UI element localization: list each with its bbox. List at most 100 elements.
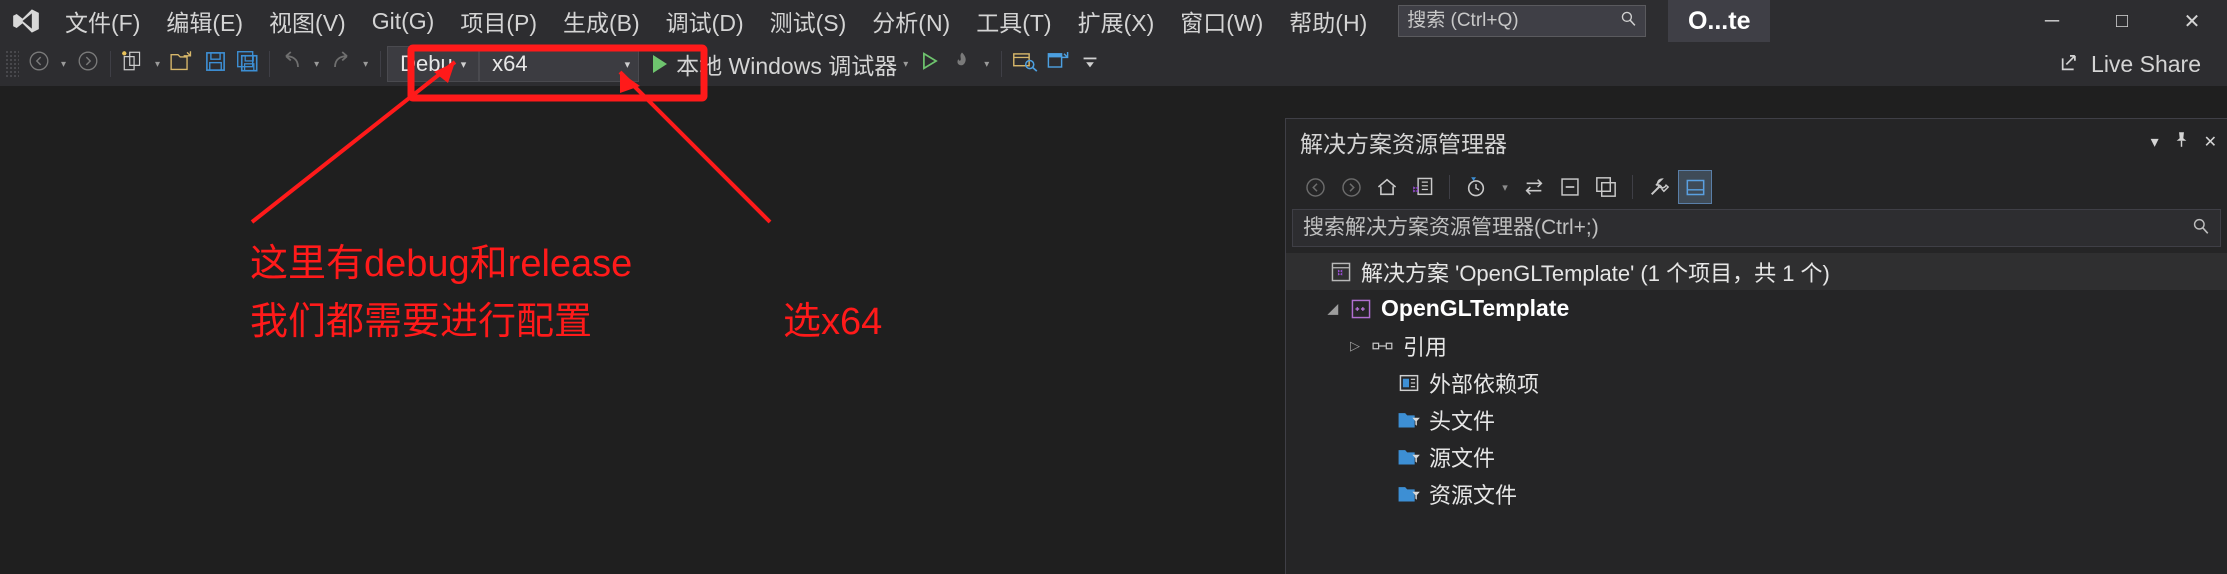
pending-changes-dropdown[interactable]: ▾	[1495, 170, 1515, 204]
select-window-icon	[1012, 50, 1038, 78]
back-icon[interactable]	[1298, 170, 1332, 204]
menu-item-label: 编辑(E)	[166, 10, 244, 36]
menu-item-view[interactable]: 视图(V)	[256, 0, 359, 42]
pin-button[interactable]	[2173, 131, 2190, 153]
chevron-down-icon: ▾	[624, 58, 631, 71]
annotation-arrow-x64-line	[618, 70, 772, 224]
tree-item-solution[interactable]: 解决方案 'OpenGLTemplate' (1 个项目，共 1 个)	[1286, 253, 2227, 290]
menu-item-window[interactable]: 窗口(W)	[1167, 0, 1276, 42]
global-search[interactable]	[1398, 5, 1647, 37]
start-debugging-dropdown[interactable]: ▾	[897, 59, 914, 70]
start-debugging-label: 本地 Windows 调试器	[676, 53, 898, 79]
pending-changes-icon[interactable]	[1459, 170, 1493, 204]
redo-dropdown[interactable]: ▾	[357, 59, 374, 70]
save-icon	[204, 50, 227, 79]
menu-item-analyze[interactable]: 分析(N)	[859, 0, 963, 42]
visual-studio-logo-icon	[0, 0, 52, 42]
hot-reload-dropdown[interactable]: ▾	[978, 59, 995, 70]
navigate-forward-button[interactable]	[72, 46, 104, 82]
solution-explorer-search-input[interactable]	[1303, 216, 2192, 240]
forward-icon[interactable]	[1334, 170, 1368, 204]
tree-item-source-files[interactable]: 源文件	[1286, 438, 2227, 475]
chevron-down-icon: ▾	[460, 58, 467, 71]
tree-twisty-collapsed[interactable]: ▷	[1342, 338, 1368, 354]
document-tab-label: O...te	[1687, 6, 1751, 35]
solution-configuration-dropdown[interactable]: Debu ▾	[387, 46, 480, 82]
play-outline-icon	[919, 51, 941, 77]
menu-item-test[interactable]: 测试(S)	[757, 0, 860, 42]
sync-with-active-document-icon[interactable]	[1517, 170, 1551, 204]
menu-item-file[interactable]: 文件(F)	[52, 0, 153, 42]
solution-platform-dropdown[interactable]: x64 ▾	[479, 46, 640, 82]
menu-item-debug[interactable]: 调试(D)	[653, 0, 757, 42]
solution-explorer-toolbar: ▾	[1286, 165, 2227, 209]
solution-tree: 解决方案 'OpenGLTemplate' (1 个项目，共 1 个) ◢ Op…	[1286, 247, 2227, 512]
menu-item-project[interactable]: 项目(P)	[447, 0, 550, 42]
panel-close-button[interactable]: ✕	[2204, 132, 2217, 152]
menu-item-label: 窗口(W)	[1180, 10, 1264, 36]
save-button[interactable]	[199, 46, 231, 82]
undo-dropdown[interactable]: ▾	[308, 59, 325, 70]
panel-dropdown-button[interactable]: ▾	[2151, 132, 2159, 152]
search-input[interactable]	[1407, 10, 1613, 32]
maximize-button[interactable]: □	[2087, 0, 2157, 42]
new-item-button[interactable]	[117, 46, 149, 82]
menu-item-build[interactable]: 生成(B)	[550, 0, 653, 42]
play-icon	[653, 55, 668, 73]
tree-item-external-dependencies[interactable]: 外部依赖项	[1286, 364, 2227, 401]
new-item-dropdown[interactable]: ▾	[149, 59, 166, 70]
toolbar-grip[interactable]	[5, 50, 19, 78]
visual-studio-window: 文件(F) 编辑(E) 视图(V) Git(G) 项目(P) 生成(B) 调试(…	[0, 0, 2227, 574]
toolbar-separator	[1632, 175, 1633, 199]
save-all-icon	[236, 50, 259, 79]
undo-button[interactable]	[276, 46, 308, 82]
toolbar-overflow-button[interactable]	[1074, 46, 1106, 82]
save-all-button[interactable]	[231, 46, 263, 82]
tree-item-resource-files[interactable]: 资源文件	[1286, 475, 2227, 512]
menu-item-git[interactable]: Git(G)	[359, 0, 448, 42]
window-controls: ─ □ ✕	[2017, 0, 2227, 42]
solution-explorer-title: 解决方案资源管理器	[1300, 131, 1507, 157]
tree-item-header-files[interactable]: 头文件	[1286, 401, 2227, 438]
redo-button[interactable]	[325, 46, 357, 82]
close-button[interactable]: ✕	[2157, 0, 2227, 42]
tree-item-label: 外部依赖项	[1429, 371, 1540, 397]
preview-button[interactable]	[1042, 46, 1074, 82]
references-icon	[1368, 337, 1398, 355]
hot-reload-button[interactable]	[946, 46, 978, 82]
tree-item-project[interactable]: ◢ OpenGLTemplate	[1286, 290, 2227, 327]
solution-explorer-search[interactable]	[1292, 209, 2221, 247]
start-without-debugging-button[interactable]	[914, 46, 946, 82]
menu-item-tools[interactable]: 工具(T)	[963, 0, 1064, 42]
properties-icon[interactable]	[1642, 170, 1676, 204]
toolbar-separator	[269, 51, 271, 77]
annotation-text-line-1: 这里有debug和release	[250, 243, 633, 285]
show-all-files-icon[interactable]	[1589, 170, 1623, 204]
open-file-button[interactable]	[166, 46, 199, 82]
live-share-button[interactable]: Live Share	[2059, 51, 2201, 78]
minimize-icon: ─	[2044, 9, 2060, 32]
tree-item-label: 资源文件	[1429, 482, 1518, 508]
select-window-button[interactable]	[1008, 46, 1042, 82]
tree-twisty-expanded[interactable]: ◢	[1320, 301, 1346, 317]
preview-selected-items-icon[interactable]	[1678, 170, 1712, 204]
minimize-button[interactable]: ─	[2017, 0, 2087, 42]
menu-item-edit[interactable]: 编辑(E)	[153, 0, 256, 42]
home-icon[interactable]	[1370, 170, 1404, 204]
new-item-icon	[121, 49, 145, 79]
navigate-backward-button[interactable]	[23, 46, 55, 82]
document-tab[interactable]: O...te	[1668, 0, 1771, 42]
collapse-all-icon[interactable]	[1553, 170, 1587, 204]
maximize-icon: □	[2115, 9, 2129, 32]
folder-filter-icon	[1394, 410, 1424, 430]
switch-views-icon[interactable]	[1406, 170, 1440, 204]
start-debugging-button[interactable]: 本地 Windows 调试器	[653, 47, 897, 81]
tree-item-references[interactable]: ▷ 引用	[1286, 327, 2227, 364]
menu-item-label: 分析(N)	[872, 10, 951, 36]
menu-item-extensions[interactable]: 扩展(X)	[1065, 0, 1168, 42]
menu-item-help[interactable]: 帮助(H)	[1276, 0, 1380, 42]
menu-item-label: 工具(T)	[976, 10, 1052, 36]
navigate-backward-dropdown[interactable]: ▾	[55, 59, 72, 70]
arrow-forward-icon	[77, 50, 99, 78]
redo-icon	[329, 50, 353, 78]
